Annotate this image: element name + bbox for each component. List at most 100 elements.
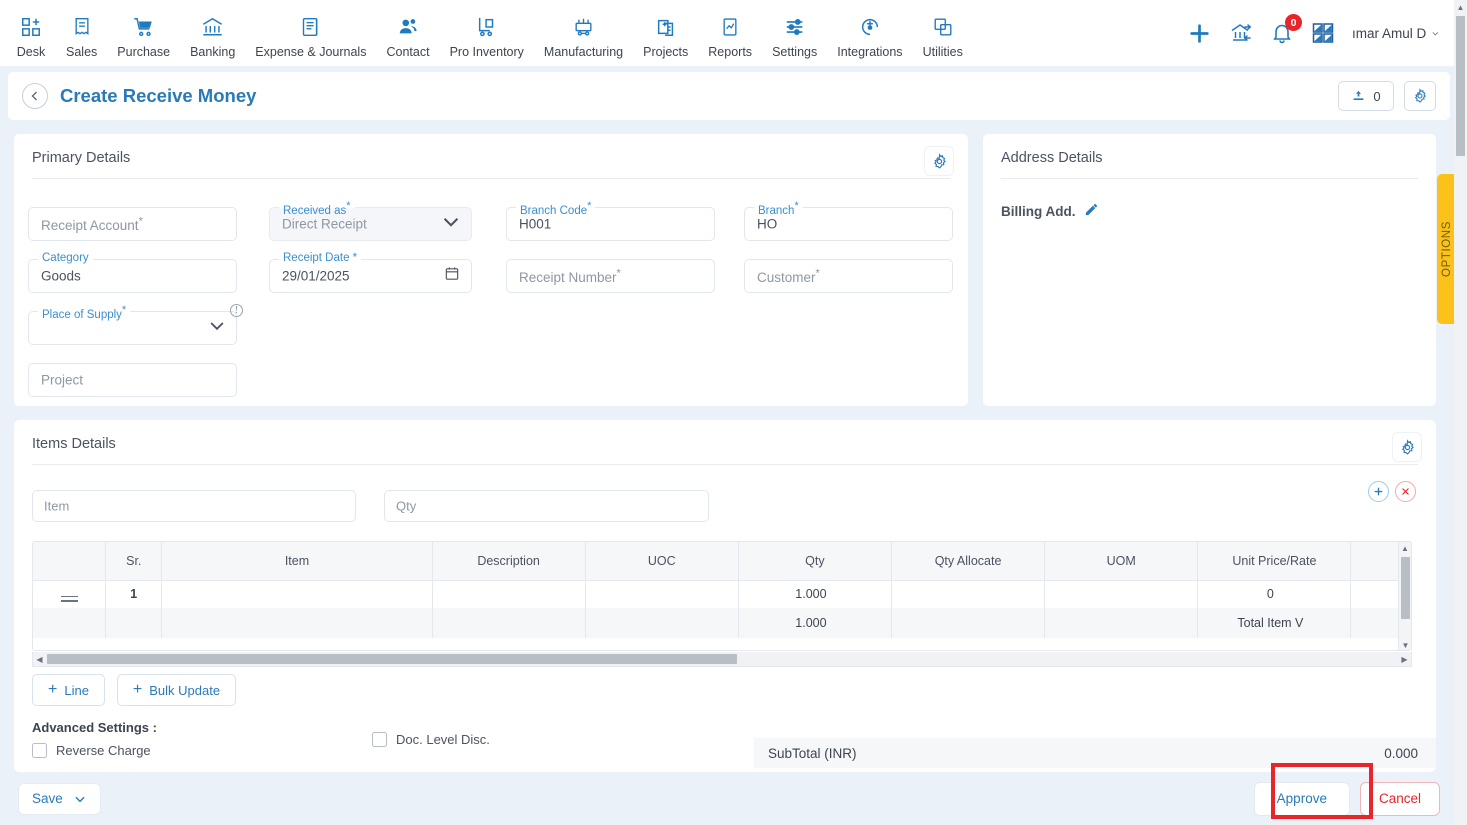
doc-level-disc-checkbox-row[interactable]: Doc. Level Disc. <box>372 732 490 747</box>
plug-circle-icon <box>859 14 881 40</box>
branch-field[interactable]: Branch* HO <box>744 200 953 241</box>
nav-item-contact[interactable]: Contact <box>376 8 439 59</box>
row-description[interactable] <box>432 580 586 608</box>
branch-label: Branch* <box>754 200 803 217</box>
nav-item-pro-inventory[interactable]: Pro Inventory <box>440 8 534 59</box>
bulk-update-button[interactable]: + Bulk Update <box>116 674 237 706</box>
save-button[interactable]: Save <box>18 782 101 815</box>
nav-item-settings[interactable]: Settings <box>762 8 827 59</box>
row-qty-allocate[interactable] <box>891 580 1046 608</box>
billing-address-label: Billing Add. <box>1001 203 1076 219</box>
project-field[interactable]: Project <box>28 363 237 397</box>
advanced-settings-title: Advanced Settings : <box>32 720 157 735</box>
total-blank-4 <box>432 608 586 638</box>
chevron-down-icon <box>207 316 227 341</box>
approve-button[interactable]: Approve <box>1253 781 1350 816</box>
row-unit-price[interactable]: 0 <box>1197 580 1352 608</box>
col-unit-price: Unit Price/Rate <box>1197 542 1352 581</box>
category-field[interactable]: Category Goods <box>28 252 237 293</box>
customer-field[interactable]: Customer* <box>744 259 953 293</box>
chevron-down-icon <box>75 796 85 802</box>
scroll-right-arrow[interactable]: ▶ <box>1398 655 1411 664</box>
item-search-input[interactable]: Item <box>32 490 356 522</box>
branch-code-field[interactable]: Branch Code* H001 <box>506 200 715 241</box>
plus-icon[interactable] <box>1187 21 1212 46</box>
receipt-date-field[interactable]: Receipt Date * 29/01/2025 <box>269 252 472 293</box>
nav-item-sales[interactable]: Sales <box>56 8 107 59</box>
receipt-account-field[interactable]: Receipt Account* <box>28 207 237 241</box>
scroll-down-arrow[interactable]: ▼ <box>1399 639 1411 650</box>
save-label: Save <box>32 791 63 806</box>
chart-document-icon <box>720 14 740 40</box>
horizontal-scroll-thumb[interactable] <box>47 654 737 664</box>
gear-icon <box>1401 438 1414 455</box>
nav-item-desk[interactable]: Desk <box>6 8 56 59</box>
total-blank-3 <box>161 608 433 638</box>
nav-item-banking[interactable]: Banking <box>180 8 245 59</box>
bell-icon[interactable]: 0 <box>1270 14 1302 45</box>
nav-item-purchase[interactable]: Purchase <box>107 8 180 59</box>
drag-handle-icon[interactable] <box>60 595 78 603</box>
nav-item-manufacturing[interactable]: Manufacturing <box>534 8 633 59</box>
user-menu[interactable]: ımar Amul D <box>1352 26 1440 41</box>
table-vertical-scrollbar[interactable]: ▲ ▼ <box>1398 542 1411 650</box>
col-uoc: UOC <box>585 542 739 581</box>
row-uom[interactable] <box>1044 580 1199 608</box>
total-blank-7 <box>1044 608 1199 638</box>
pencil-icon[interactable] <box>1084 202 1099 220</box>
vertical-scroll-thumb[interactable] <box>1401 557 1410 619</box>
col-item: Item <box>161 542 433 581</box>
primary-details-title: Primary Details <box>32 150 131 166</box>
scroll-left-arrow[interactable]: ◀ <box>33 655 46 664</box>
place-of-supply-field[interactable]: Place of Supply* <box>28 304 237 345</box>
table-horizontal-scrollbar[interactable]: ◀ ▶ <box>32 652 1412 667</box>
items-details-settings-button[interactable] <box>1392 432 1422 462</box>
reverse-charge-label: Reverse Charge <box>56 743 151 758</box>
reverse-charge-checkbox[interactable] <box>32 743 47 758</box>
row-drag-cell[interactable] <box>33 580 107 608</box>
customer-placeholder: Customer* <box>757 267 820 285</box>
page-scrollbar[interactable]: ▲ <box>1454 0 1467 825</box>
add-line-button[interactable]: + Line <box>32 674 105 706</box>
add-row-button[interactable] <box>1368 481 1389 502</box>
receipt-date-label: Receipt Date * <box>279 252 362 264</box>
col-qty-allocate: Qty Allocate <box>891 542 1046 581</box>
reverse-charge-checkbox-row[interactable]: Reverse Charge <box>32 743 151 758</box>
people-icon <box>397 14 420 40</box>
nav-label: Purchase <box>117 44 171 59</box>
doc-level-disc-checkbox[interactable] <box>372 732 387 747</box>
delete-row-button[interactable] <box>1395 481 1416 502</box>
page-scroll-thumb[interactable] <box>1456 16 1465 156</box>
sliders-icon <box>784 14 806 40</box>
nav-item-expense-journals[interactable]: Expense & Journals <box>245 8 376 59</box>
nav-item-projects[interactable]: Projects <box>633 8 698 59</box>
bottom-action-bar: Save Approve Cancel <box>0 772 1458 825</box>
primary-details-settings-button[interactable] <box>924 146 954 176</box>
items-table-header-row: Sr. Item Description UOC Qty Qty Allocat… <box>33 542 1411 581</box>
attachments-button[interactable]: 0 <box>1338 81 1394 111</box>
qty-search-input[interactable]: Qty <box>384 490 709 522</box>
received-as-field[interactable]: Received as* Direct Receipt <box>269 200 472 241</box>
table-row[interactable]: 1 1.000 0 <box>33 580 1411 608</box>
page-scroll-up-arrow[interactable]: ▲ <box>1454 0 1467 14</box>
apps-grid-icon[interactable] <box>1311 21 1335 45</box>
user-name: ımar Amul D <box>1352 25 1427 41</box>
bank-transfer-icon[interactable] <box>1229 21 1253 45</box>
bank-building-icon <box>201 14 224 40</box>
back-button[interactable] <box>22 83 48 109</box>
nav-item-integrations[interactable]: Integrations <box>827 8 912 59</box>
row-qty[interactable]: 1.000 <box>738 580 892 608</box>
receipt-number-field[interactable]: Receipt Number* <box>506 259 715 293</box>
subtotal-row: SubTotal (INR) 0.000 <box>754 738 1436 768</box>
calendar-icon[interactable] <box>444 266 460 287</box>
place-of-supply-info-icon[interactable]: ! <box>230 304 243 317</box>
scroll-up-arrow[interactable]: ▲ <box>1399 542 1411 555</box>
category-label: Category <box>38 252 93 264</box>
header-settings-button[interactable] <box>1404 81 1436 111</box>
row-item[interactable] <box>161 580 433 608</box>
cancel-button[interactable]: Cancel <box>1359 781 1440 816</box>
branch-value: HO <box>757 216 778 232</box>
nav-item-reports[interactable]: Reports <box>698 8 762 59</box>
nav-item-utilities[interactable]: Utilities <box>913 8 973 59</box>
row-uoc[interactable] <box>585 580 739 608</box>
